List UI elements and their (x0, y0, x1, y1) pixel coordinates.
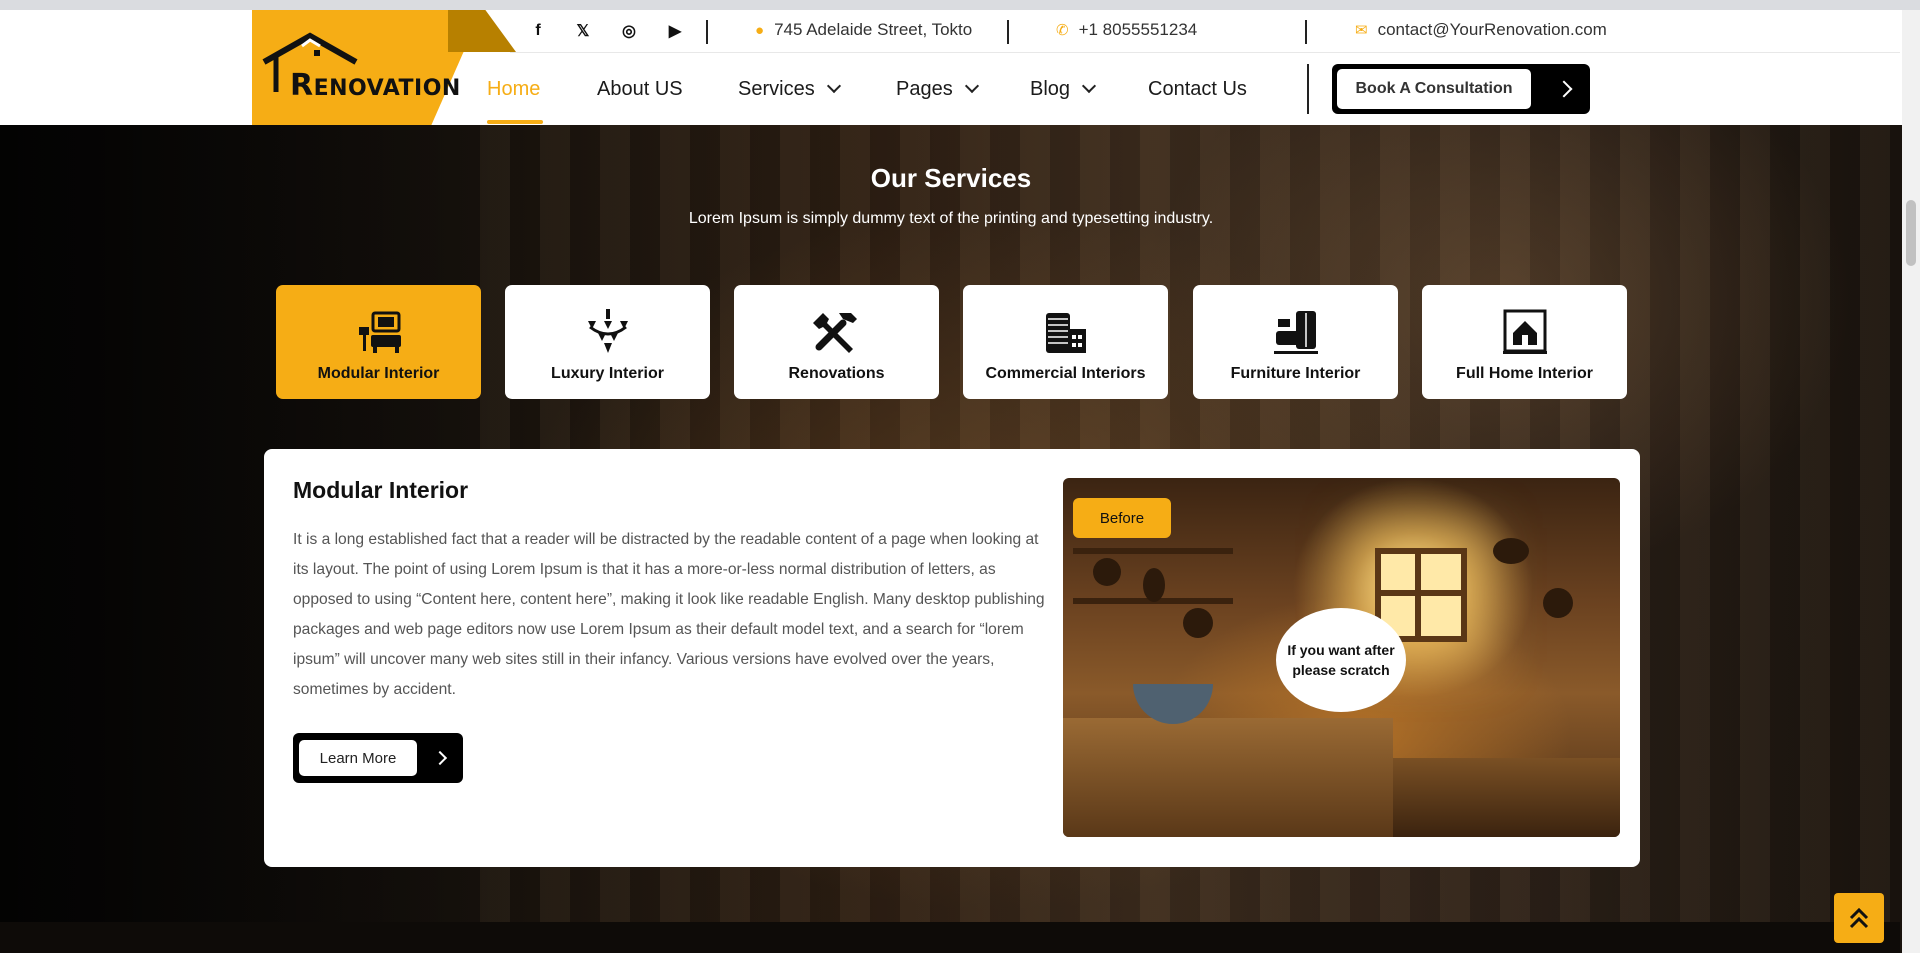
book-consultation-button[interactable]: Book A Consultation (1332, 64, 1590, 114)
tab-full-home-interior[interactable]: Full Home Interior (1422, 285, 1627, 399)
tab-commercial-interiors[interactable]: Commercial Interiors (963, 285, 1168, 399)
service-detail-card: Modular Interior It is a long establishe… (264, 449, 1640, 867)
page-scrollbar[interactable] (1902, 10, 1920, 953)
tab-label: Modular Interior (317, 365, 440, 382)
background-footer-strip (0, 922, 1900, 953)
logo-text: ENOVATION (313, 76, 461, 101)
chevron-down-icon (826, 78, 841, 94)
modular-interior-icon (358, 311, 401, 353)
top-info-bar: f 𝕏 ◎ ▶ ● 745 Adelaide Street, Tokto ✆ +… (510, 10, 1900, 53)
chevron-down-icon (964, 78, 979, 94)
tab-label: Full Home Interior (1456, 365, 1593, 382)
back-to-top-button[interactable] (1834, 893, 1884, 943)
hanging-pot (1183, 608, 1213, 638)
nav-blog-label: Blog (1030, 77, 1071, 100)
learn-more-label: Learn More (299, 740, 417, 776)
floor (1393, 758, 1620, 837)
address-info: ● 745 Adelaide Street, Tokto (755, 20, 972, 40)
nav-services[interactable]: Services (738, 66, 841, 112)
nav-pages[interactable]: Pages (896, 66, 979, 112)
scrollbar-thumb[interactable] (1906, 200, 1916, 266)
furniture-icon (1273, 311, 1318, 354)
divider (1007, 20, 1009, 44)
nav-home[interactable]: Home (487, 66, 540, 112)
detail-description: It is a long established fact that a rea… (293, 531, 1045, 698)
hanging-pot (1093, 558, 1121, 586)
hanging-pot (1143, 568, 1165, 602)
nav-services-label: Services (738, 77, 815, 100)
divider (1305, 20, 1307, 44)
phone-icon: ✆ (1056, 22, 1069, 39)
logo-letter: R (290, 68, 314, 103)
address-text: 745 Adelaide Street, Tokto (774, 20, 973, 39)
youtube-icon[interactable]: ▶ (662, 20, 688, 42)
phone-info[interactable]: ✆ +1 8055551234 (1056, 20, 1197, 40)
tab-label: Furniture Interior (1230, 365, 1361, 382)
x-twitter-icon[interactable]: 𝕏 (570, 20, 596, 42)
nav-active-underline (487, 120, 543, 124)
tab-renovations[interactable]: Renovations (734, 285, 939, 399)
section-subtitle: Lorem Ipsum is simply dummy text of the … (688, 210, 1214, 227)
nav-contact[interactable]: Contact Us (1148, 66, 1247, 112)
chevron-right-icon (1555, 80, 1573, 98)
tab-furniture-interior[interactable]: Furniture Interior (1193, 285, 1398, 399)
facebook-icon[interactable]: f (525, 20, 551, 42)
detail-title: Modular Interior (293, 477, 469, 503)
shelf (1073, 548, 1233, 554)
logo-accent (448, 10, 516, 52)
wooden-table (1063, 718, 1393, 837)
section-title: Our Services (870, 163, 1032, 193)
hanging-pot (1493, 538, 1529, 564)
nav-pages-label: Pages (896, 77, 953, 100)
scratch-hint[interactable]: If you want after please scratch (1276, 608, 1406, 712)
site-header: RENOVATION f 𝕏 ◎ ▶ ● 745 Adelaide Street… (0, 10, 1902, 125)
chevron-down-icon (1081, 78, 1097, 94)
learn-more-button[interactable]: Learn More (293, 733, 463, 783)
home-icon (1502, 309, 1547, 354)
book-consultation-label: Book A Consultation (1337, 69, 1531, 109)
phone-text[interactable]: +1 8055551234 (1079, 20, 1198, 40)
building-icon (1045, 313, 1086, 353)
logo-wordmark: RENOVATION (290, 68, 461, 103)
chandelier-icon (587, 309, 628, 353)
before-badge: Before (1073, 498, 1171, 538)
tab-label: Renovations (788, 365, 885, 382)
nav-about[interactable]: About US (597, 66, 683, 112)
tab-label: Luxury Interior (551, 365, 664, 382)
tab-luxury-interior[interactable]: Luxury Interior (505, 285, 710, 399)
email-text[interactable]: contact@YourRenovation.com (1378, 20, 1607, 40)
nav-blog[interactable]: Blog (1030, 66, 1097, 112)
before-after-scratch-image[interactable]: Before If you want after please scratch (1063, 478, 1620, 837)
divider (1307, 64, 1309, 114)
tools-icon (812, 313, 857, 353)
envelope-icon: ✉ (1355, 22, 1368, 39)
double-chevron-up-icon (1849, 907, 1869, 929)
instagram-icon[interactable]: ◎ (616, 20, 642, 42)
map-pin-icon: ● (755, 21, 765, 39)
chevron-right-icon (432, 750, 448, 766)
email-info[interactable]: ✉ contact@YourRenovation.com (1355, 20, 1607, 40)
divider (706, 20, 708, 44)
hanging-pot (1543, 588, 1573, 618)
tab-modular-interior[interactable]: Modular Interior (276, 285, 481, 399)
tab-label: Commercial Interiors (985, 365, 1146, 382)
browser-chrome-strip (0, 0, 1920, 10)
